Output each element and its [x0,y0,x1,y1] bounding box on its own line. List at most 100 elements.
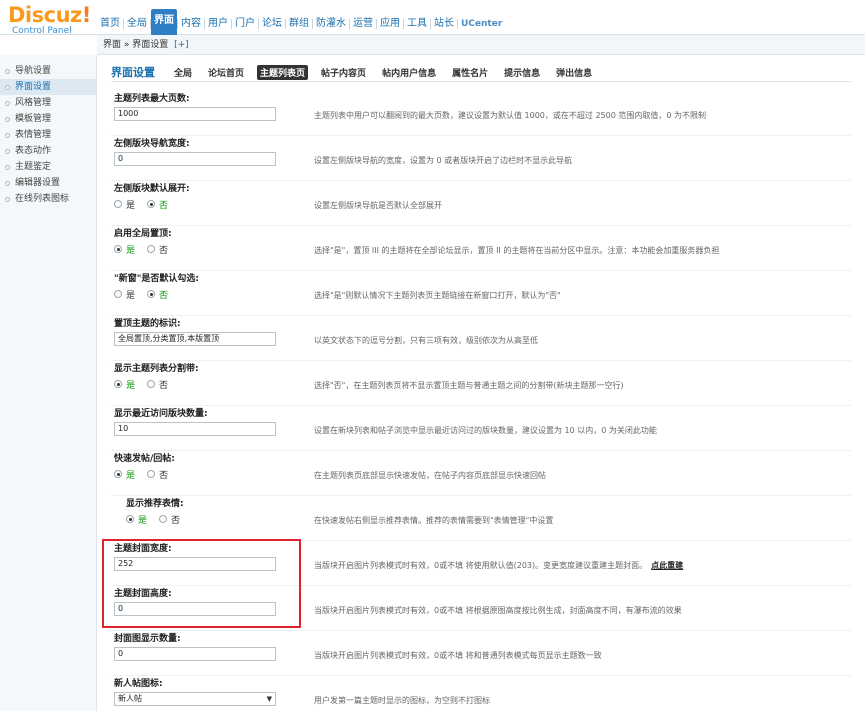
nav-tab-3[interactable]: 内容 [178,13,204,35]
nav-tab-13[interactable]: UCenter [458,13,505,35]
sidebar-item-label: 界面设置 [15,82,52,92]
radio-no[interactable] [147,380,156,388]
sidebar-item-0[interactable]: 导航设置 [0,63,96,79]
radio-no-label[interactable]: 否 [159,243,168,256]
setting-input[interactable]: 0 [114,152,276,166]
radio-yes[interactable] [114,470,122,478]
setting-row: 启用全局置顶: 是否选择"是"，置顶 III 的主题将在全部论坛显示，置顶 II … [111,226,851,271]
sidebar-item-label: 在线列表图标 [15,194,70,204]
subtab-3[interactable]: 帖子内容页 [318,65,369,80]
radio-yes-label[interactable]: 是 [126,468,135,481]
bullet-icon [5,180,10,186]
bullet-icon [5,68,10,74]
sidebar-item-5[interactable]: 表态动作 [0,143,96,159]
setting-select[interactable]: 新人帖 ▼ [114,692,276,706]
radio-no[interactable] [147,290,156,298]
sidebar-item-7[interactable]: 编辑器设置 [0,175,96,191]
radio-yes[interactable] [114,200,122,208]
radio-yes-label[interactable]: 是 [138,513,147,526]
nav-tab-0[interactable]: 首页 [97,13,123,35]
subtab-4[interactable]: 帖内用户信息 [379,65,439,80]
setting-row: 快速发帖/回帖: 是否在主题列表页底部显示快速发帖，在帖子内容页底部显示快速回帖 [111,451,851,496]
add-shortcut-link[interactable]: [+] [174,40,189,50]
radio-yes[interactable] [114,290,122,298]
radio-no-label[interactable]: 否 [159,468,168,481]
discuz-logo[interactable]: Discuz! Control Panel [8,4,96,37]
setting-radio-group: 是否 [114,287,168,301]
setting-description-text: 在快速发帖右侧显示推荐表情。推荐的表情需要到"表情管理"中设置 [314,516,554,525]
radio-yes-label[interactable]: 是 [126,288,135,301]
bullet-icon [5,100,10,106]
sidebar-item-3[interactable]: 模板管理 [0,111,96,127]
setting-description-text: 选择"否"，在主题列表页将不显示置顶主题与普通主题之间的分割带(新块主题那一空行… [314,381,624,390]
setting-description: 在快速发帖右侧显示推荐表情。推荐的表情需要到"表情管理"中设置 [314,515,553,526]
setting-radio-group: 是否 [114,242,168,256]
rebuild-cover-link[interactable]: 点此重建 [651,561,683,570]
subtab-7[interactable]: 弹出信息 [553,65,595,80]
nav-tab-2[interactable]: 界面 [151,9,177,35]
setting-description-text: 选择"是"，置顶 III 的主题将在全部论坛显示，置顶 II 的主题将在当前分区… [314,246,720,255]
nav-tab-6[interactable]: 论坛 [259,13,285,35]
nav-tab-7[interactable]: 群组 [286,13,312,35]
setting-radio-group: 是否 [114,197,168,211]
setting-description-text: 在主题列表页底部显示快速发帖，在帖子内容页底部显示快速回帖 [314,471,546,480]
sidebar-menu: 导航设置界面设置风格管理模板管理表情管理 表态动作主题鉴定编辑器设置在线列表图标 [0,55,97,711]
sidebar-item-8[interactable]: 在线列表图标 [0,191,96,207]
radio-yes[interactable] [126,515,134,523]
top-navigation: 首页 全局 界面 内容 用户 门户 论坛 群组 防灌水 运营 应用 工具 站长 UCenter [97,6,505,35]
nav-tab-1[interactable]: 全局 [124,13,150,35]
nav-tab-8[interactable]: 防灌水 [313,13,349,35]
subtab-1[interactable]: 论坛首页 [205,65,247,80]
subtab-5[interactable]: 属性名片 [449,65,491,80]
setting-description-text: 当版块开启图片列表模式时有效，0或不填 将根据原图高度按比例生成，封面高度不同，… [314,606,682,615]
radio-no-label[interactable]: 否 [159,198,168,211]
setting-label: 左侧版块导航宽度: [114,139,190,149]
radio-no-label[interactable]: 否 [171,513,180,526]
radio-yes[interactable] [114,380,122,388]
sidebar-item-4[interactable]: 表情管理 [0,127,96,143]
radio-yes-label[interactable]: 是 [126,198,135,211]
breadcrumb-path: 界面 » 界面设置 [103,40,169,50]
setting-radio-group: 是否 [114,467,168,481]
setting-row: "新窗"是否默认勾选: 是否选择"是"则默认情况下主题列表页主题链接在新窗口打开，… [111,271,851,316]
radio-no[interactable] [147,200,156,208]
setting-label: 主题列表最大页数: [114,94,190,104]
radio-yes[interactable] [114,245,122,253]
subtab-0[interactable]: 全局 [171,65,195,80]
radio-no[interactable] [159,515,168,523]
setting-description-text: 设置左侧版块导航的宽度，设置为 0 或者版块开启了边栏时不显示此导航 [314,156,573,165]
radio-yes-label[interactable]: 是 [126,378,135,391]
nav-tab-5[interactable]: 门户 [232,13,258,35]
radio-yes-label[interactable]: 是 [126,243,135,256]
radio-no[interactable] [147,245,156,253]
sidebar-item-label: 主题鉴定 [15,162,52,172]
sidebar-item-6[interactable]: 主题鉴定 [0,159,96,175]
radio-no-label[interactable]: 否 [159,378,168,391]
nav-tab-12[interactable]: 站长 [431,13,457,35]
setting-description: 当版块开启图片列表模式时有效，0或不填 将使用默认值(203)。变更宽度建议重建… [314,560,683,571]
logo-subtitle: Control Panel [12,26,72,36]
sidebar-item-label: 风格管理 [15,98,52,108]
nav-tab-4[interactable]: 用户 [205,13,231,35]
setting-description: 当版块开启图片列表模式时有效，0或不填 将和普通列表模式每页显示主题数一致 [314,650,602,661]
setting-description: 选择"否"，在主题列表页将不显示置顶主题与普通主题之间的分割带(新块主题那一空行… [314,380,624,391]
select-value: 新人帖 [118,694,142,703]
setting-input[interactable]: 10 [114,422,276,436]
sidebar-item-label: 编辑器设置 [15,178,61,188]
nav-tab-11[interactable]: 工具 [404,13,430,35]
setting-description: 当版块开启图片列表模式时有效，0或不填 将根据原图高度按比例生成，封面高度不同，… [314,605,682,616]
setting-row: 置顶主题的标识: 全局置顶,分类置顶,本版置顶 以英文状态下的逗号分割，只有三项有效… [111,316,851,361]
nav-tab-9[interactable]: 运营 [350,13,376,35]
setting-input[interactable]: 1000 [114,107,276,121]
bullet-icon [5,84,10,90]
sidebar-item-label: 模板管理 [15,114,52,124]
sidebar-item-1[interactable]: 界面设置 [0,79,96,95]
radio-no-label[interactable]: 否 [159,288,168,301]
subtab-6[interactable]: 提示信息 [501,65,543,80]
sidebar-item-2[interactable]: 风格管理 [0,95,96,111]
nav-tab-10[interactable]: 应用 [377,13,403,35]
radio-no[interactable] [147,470,156,478]
setting-input[interactable]: 0 [114,647,276,661]
subtab-2[interactable]: 主题列表页 [257,64,309,80]
setting-input[interactable]: 全局置顶,分类置顶,本版置顶 [114,332,276,346]
